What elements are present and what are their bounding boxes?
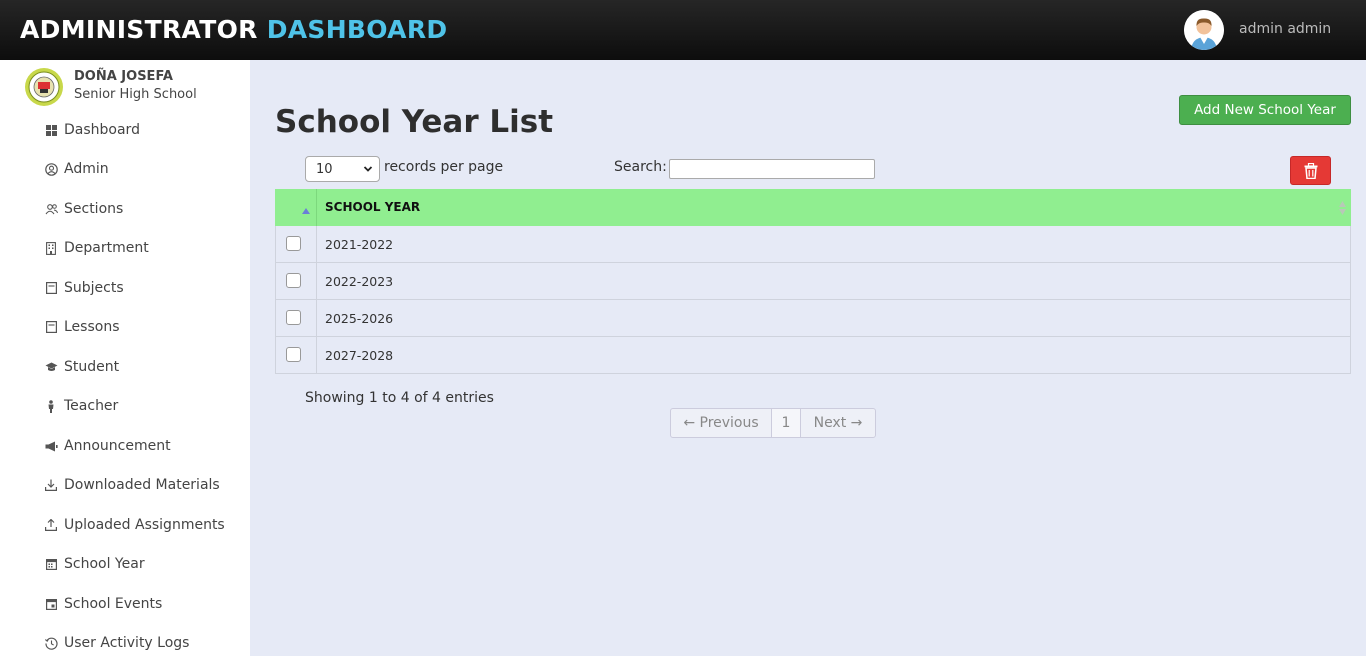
page-1-button[interactable]: 1: [772, 409, 801, 437]
page-title: School Year List: [275, 104, 554, 140]
sidebar: DOÑA JOSEFA Senior High School Dashboard…: [0, 60, 250, 656]
user-avatar[interactable]: [1184, 10, 1224, 50]
records-per-page-value: 10: [316, 161, 333, 177]
grid-icon: [44, 123, 58, 137]
school-year-table: SCHOOL YEAR 2021-2022 2022-2023 2025-202…: [275, 189, 1351, 374]
select-column-header[interactable]: [275, 189, 317, 226]
sidebar-item-subjects[interactable]: Subjects: [44, 276, 124, 300]
sidebar-item-school-year[interactable]: School Year: [44, 552, 145, 576]
sidebar-item-label: Sections: [64, 201, 124, 217]
sidebar-item-label: Department: [64, 240, 149, 256]
school-name-line2: Senior High School: [74, 87, 197, 102]
chevron-down-icon: [363, 162, 373, 180]
school-year-cell: 2022-2023: [325, 274, 394, 289]
app-title-main: ADMINISTRATOR: [20, 15, 258, 44]
sidebar-item-label: School Year: [64, 556, 145, 572]
top-bar: ADMINISTRATOR DASHBOARD admin admin: [0, 0, 1366, 60]
sidebar-item-lessons[interactable]: Lessons: [44, 315, 120, 339]
delete-button[interactable]: [1290, 156, 1331, 185]
row-select-cell: [276, 263, 317, 299]
pagination: ← Previous 1 Next →: [670, 408, 876, 438]
school-year-cell: 2025-2026: [325, 311, 394, 326]
table-header: SCHOOL YEAR: [275, 189, 1351, 226]
sidebar-item-admin[interactable]: Admin: [44, 157, 109, 181]
sidebar-item-school-events[interactable]: School Events: [44, 592, 162, 616]
sidebar-item-uploaded-assignments[interactable]: Uploaded Assignments: [44, 513, 225, 537]
sidebar-item-teacher[interactable]: Teacher: [44, 394, 118, 418]
graduation-cap-icon: [44, 360, 58, 374]
avatar-icon: [1184, 10, 1224, 50]
person-icon: [44, 399, 58, 413]
table-info: Showing 1 to 4 of 4 entries: [305, 390, 494, 406]
sidebar-item-label: Downloaded Materials: [64, 477, 220, 493]
school-name: DOÑA JOSEFA Senior High School: [74, 68, 197, 104]
table-row: 2025-2026: [275, 300, 1351, 337]
sidebar-item-label: Announcement: [64, 438, 171, 454]
sidebar-item-sections[interactable]: Sections: [44, 197, 123, 221]
building-icon: [44, 241, 58, 255]
row-checkbox[interactable]: [286, 273, 301, 288]
row-select-cell: [276, 337, 317, 373]
sidebar-item-label: Subjects: [64, 280, 124, 296]
sidebar-item-downloaded-materials[interactable]: Downloaded Materials: [44, 473, 220, 497]
upload-icon: [44, 518, 58, 532]
row-checkbox[interactable]: [286, 310, 301, 325]
book-icon: [44, 281, 58, 295]
app-title: ADMINISTRATOR DASHBOARD: [20, 15, 447, 44]
sidebar-item-student[interactable]: Student: [44, 355, 119, 379]
trash-icon: [1304, 162, 1317, 179]
history-icon: [44, 636, 58, 650]
sidebar-item-announcement[interactable]: Announcement: [44, 434, 171, 458]
sidebar-item-label: Student: [64, 359, 120, 375]
sidebar-item-label: Admin: [64, 161, 109, 177]
sort-asc-icon: [302, 199, 310, 218]
sidebar-item-label: School Events: [64, 596, 163, 612]
add-school-year-button[interactable]: Add New School Year: [1179, 95, 1351, 125]
calendar-icon: [44, 597, 58, 611]
app-title-accent: DASHBOARD: [266, 15, 448, 44]
book-icon: [44, 320, 58, 334]
row-checkbox[interactable]: [286, 347, 301, 362]
calendar-icon: [44, 557, 58, 571]
sidebar-item-label: Dashboard: [64, 122, 140, 138]
school-year-cell: 2021-2022: [325, 237, 394, 252]
school-year-column-header[interactable]: SCHOOL YEAR: [325, 200, 420, 214]
next-page-button[interactable]: Next →: [801, 409, 875, 437]
previous-page-button[interactable]: ← Previous: [671, 409, 772, 437]
table-row: 2022-2023: [275, 263, 1351, 300]
sort-icon[interactable]: [1339, 200, 1346, 219]
table-row: 2021-2022: [275, 226, 1351, 263]
school-logo: [24, 67, 64, 107]
download-icon: [44, 478, 58, 492]
sidebar-item-label: Teacher: [64, 398, 119, 414]
sidebar-item-department[interactable]: Department: [44, 236, 149, 260]
sidebar-item-label: Uploaded Assignments: [64, 517, 225, 533]
row-checkbox[interactable]: [286, 236, 301, 251]
school-name-line1: DOÑA JOSEFA: [74, 69, 173, 84]
user-circle-icon: [44, 162, 58, 176]
search-label: Search:: [614, 159, 667, 175]
records-per-page-label: records per page: [384, 159, 504, 175]
user-name[interactable]: admin admin: [1239, 21, 1331, 37]
sidebar-item-user-activity-logs[interactable]: User Activity Logs: [44, 631, 189, 655]
row-select-cell: [276, 226, 317, 262]
sidebar-item-dashboard[interactable]: Dashboard: [44, 118, 140, 142]
school-year-cell: 2027-2028: [325, 348, 394, 363]
users-icon: [44, 202, 58, 216]
megaphone-icon: [44, 439, 58, 453]
table-row: 2027-2028: [275, 337, 1351, 374]
search-input[interactable]: [669, 159, 875, 179]
sidebar-item-label: User Activity Logs: [64, 635, 190, 651]
row-select-cell: [276, 300, 317, 336]
records-per-page-select[interactable]: 10: [305, 156, 380, 182]
sidebar-item-label: Lessons: [64, 319, 120, 335]
